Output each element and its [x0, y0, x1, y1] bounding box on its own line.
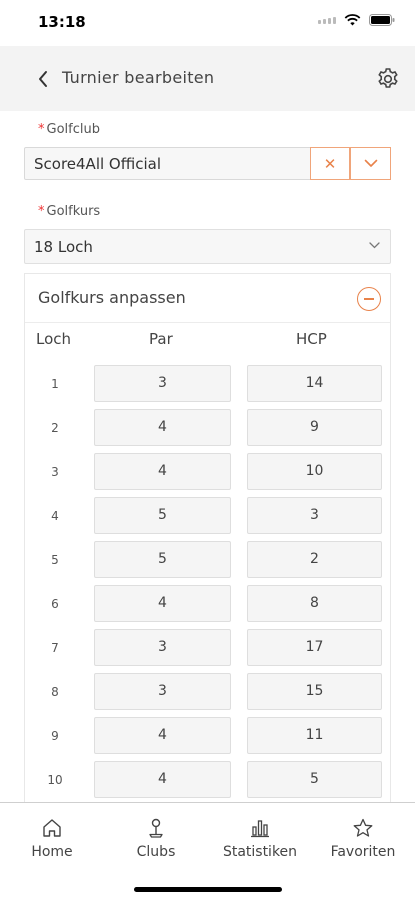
- chevron-down-icon: [369, 242, 380, 249]
- golfclub-label: * Golfclub: [38, 122, 100, 137]
- golfclub-dropdown-button[interactable]: [350, 147, 391, 180]
- golfkurs-value: 18 Loch: [34, 238, 93, 256]
- par-input[interactable]: 3: [94, 629, 231, 666]
- golfkurs-label-text: Golfkurs: [46, 204, 101, 219]
- golfclub-select[interactable]: Score4All Official ✕: [24, 147, 391, 180]
- cellular-signal-icon: [318, 16, 336, 24]
- hole-number: 7: [51, 641, 59, 655]
- settings-button[interactable]: [375, 66, 401, 92]
- par-input[interactable]: 4: [94, 761, 231, 798]
- par-input[interactable]: 5: [94, 541, 231, 578]
- par-input[interactable]: 4: [94, 585, 231, 622]
- star-icon: [353, 818, 373, 837]
- wifi-icon: [344, 14, 361, 26]
- gear-icon: [378, 68, 398, 88]
- tab-clubs-label: Clubs: [136, 844, 176, 860]
- golfkurs-select[interactable]: 18 Loch: [24, 229, 391, 264]
- chevron-down-icon: [364, 159, 377, 167]
- minus-icon: [364, 298, 374, 300]
- tab-home[interactable]: Home: [0, 817, 104, 860]
- required-mark: *: [38, 204, 45, 219]
- hcp-input[interactable]: 15: [247, 673, 382, 710]
- hole-row: 4 5 3: [25, 497, 390, 534]
- par-input[interactable]: 4: [94, 409, 231, 446]
- panel-title: Golfkurs anpassen: [38, 288, 186, 307]
- column-header-hole: Loch: [36, 330, 72, 348]
- hole-number: 3: [51, 465, 59, 479]
- hcp-input[interactable]: 10: [247, 453, 382, 490]
- close-icon: ✕: [323, 154, 337, 173]
- column-header-par: Par: [149, 330, 173, 348]
- par-input[interactable]: 3: [94, 673, 231, 710]
- hcp-input[interactable]: 11: [247, 717, 382, 754]
- hole-number: 6: [51, 597, 59, 611]
- tab-statistics-label: Statistiken: [222, 844, 298, 860]
- collapse-button[interactable]: [357, 287, 381, 311]
- tab-clubs[interactable]: Clubs: [104, 817, 208, 860]
- status-bar: 13:18: [0, 0, 415, 46]
- main-content: * Golfclub Score4All Official ✕ * Golfkurs…: [0, 111, 415, 802]
- hcp-input[interactable]: 14: [247, 365, 382, 402]
- tab-favorites[interactable]: Favoriten: [311, 817, 415, 860]
- hole-row: 6 4 8: [25, 585, 390, 622]
- page-title: Turnier bearbeiten: [62, 68, 215, 87]
- chevron-left-icon: [39, 71, 47, 87]
- hole-number: 4: [51, 509, 59, 523]
- golf-tee-icon: [149, 818, 163, 838]
- hcp-input[interactable]: 3: [247, 497, 382, 534]
- golfkurs-label: * Golfkurs: [38, 204, 100, 219]
- hole-row: 1 3 14: [25, 365, 390, 402]
- status-time: 13:18: [38, 13, 86, 31]
- course-customize-panel: Golfkurs anpassen Loch Par HCP 1 3 14 2 …: [24, 273, 391, 802]
- hcp-input[interactable]: 8: [247, 585, 382, 622]
- hole-row: 9 4 11: [25, 717, 390, 754]
- hcp-input[interactable]: 9: [247, 409, 382, 446]
- hcp-input[interactable]: 2: [247, 541, 382, 578]
- hole-row: 2 4 9: [25, 409, 390, 446]
- par-input[interactable]: 4: [94, 453, 231, 490]
- hole-row: 10 4 5: [25, 761, 390, 798]
- hole-number: 1: [51, 377, 59, 391]
- par-input[interactable]: 3: [94, 365, 231, 402]
- golfclub-label-text: Golfclub: [46, 122, 100, 137]
- home-indicator: [134, 887, 282, 892]
- hcp-input[interactable]: 5: [247, 761, 382, 798]
- par-input[interactable]: 4: [94, 717, 231, 754]
- back-button[interactable]: [30, 66, 56, 92]
- hole-row: 7 3 17: [25, 629, 390, 666]
- tab-bar: Home Clubs Statistiken Favoriten: [0, 802, 415, 900]
- hole-number: 9: [51, 729, 59, 743]
- status-icons: [318, 14, 395, 26]
- tab-home-label: Home: [31, 844, 73, 860]
- hole-row: 5 5 2: [25, 541, 390, 578]
- golfclub-value: Score4All Official: [34, 155, 162, 173]
- hole-number: 8: [51, 685, 59, 699]
- hole-number: 10: [47, 773, 63, 787]
- clear-golfclub-button[interactable]: ✕: [310, 147, 350, 180]
- panel-header[interactable]: Golfkurs anpassen: [25, 274, 390, 323]
- par-input[interactable]: 5: [94, 497, 231, 534]
- tab-favorites-label: Favoriten: [330, 844, 396, 860]
- hole-number: 2: [51, 421, 59, 435]
- home-icon: [43, 819, 61, 837]
- hole-row: 8 3 15: [25, 673, 390, 710]
- bar-chart-icon: [251, 820, 269, 838]
- navigation-bar: Turnier bearbeiten: [0, 46, 415, 111]
- column-header-hcp: HCP: [296, 330, 327, 348]
- required-mark: *: [38, 122, 45, 137]
- hole-row: 3 4 10: [25, 453, 390, 490]
- hole-number: 5: [51, 553, 59, 567]
- battery-icon: [369, 14, 395, 26]
- hcp-input[interactable]: 17: [247, 629, 382, 666]
- tab-statistics[interactable]: Statistiken: [208, 817, 312, 860]
